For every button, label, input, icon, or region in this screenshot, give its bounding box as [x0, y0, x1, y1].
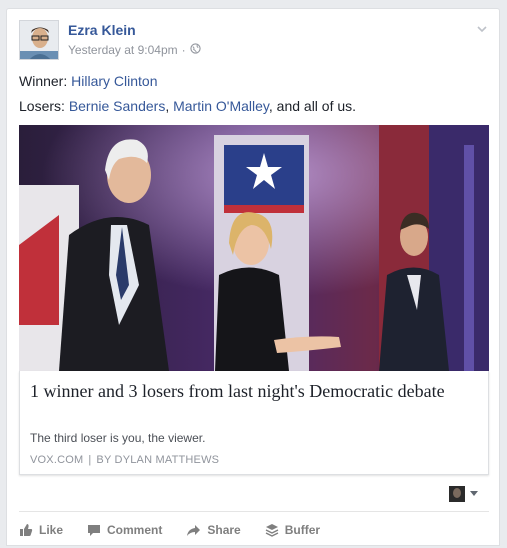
losers-label: Losers: [19, 98, 69, 114]
buffer-button[interactable]: Buffer [265, 523, 320, 537]
buffer-icon [265, 523, 279, 537]
chevron-down-icon[interactable] [475, 22, 489, 36]
link-preview-image[interactable] [19, 125, 489, 371]
link-source-divider: | [88, 454, 92, 466]
like-label: Like [39, 523, 64, 537]
post-actions-bar: Like Comment Share Buffer [19, 511, 489, 548]
bernie-sanders-link[interactable]: Bernie Sanders [69, 98, 166, 114]
share-button[interactable]: Share [186, 523, 241, 537]
share-icon [186, 524, 201, 537]
meta-separator: · [181, 43, 186, 57]
comma-text: , [165, 98, 174, 114]
post-text-line-winner: Winner: Hillary Clinton [19, 73, 157, 89]
post-as-selector[interactable] [449, 485, 479, 503]
globe-icon[interactable] [190, 43, 201, 57]
post-text-line-losers: Losers: Bernie Sanders, Martin O'Malley,… [19, 98, 356, 114]
link-source: VOX.COM | BY DYLAN MATTHEWS [30, 454, 219, 466]
link-title[interactable]: 1 winner and 3 losers from last night's … [30, 380, 470, 402]
link-domain: VOX.COM [30, 454, 84, 466]
like-icon [19, 523, 33, 537]
buffer-label: Buffer [284, 523, 321, 537]
post-timestamp[interactable]: Yesterday at 9:04pm [68, 43, 178, 57]
like-button[interactable]: Like [19, 523, 63, 537]
chevron-down-icon[interactable] [469, 485, 479, 503]
hillary-clinton-link[interactable]: Hillary Clinton [71, 73, 157, 89]
losers-suffix: , and all of us. [268, 98, 357, 114]
link-description: The third loser is you, the viewer. [30, 431, 206, 445]
author-name[interactable]: Ezra Klein [68, 22, 136, 38]
comment-icon [87, 524, 101, 537]
comment-label: Comment [107, 523, 163, 537]
martin-omalley-link[interactable]: Martin O'Malley [173, 98, 269, 114]
comment-button[interactable]: Comment [87, 523, 162, 537]
winner-label: Winner: [19, 73, 72, 89]
post-card: Ezra Klein Yesterday at 9:04pm · Winner:… [6, 8, 500, 546]
link-byline: BY DYLAN MATTHEWS [96, 454, 220, 466]
post-meta: Yesterday at 9:04pm · [68, 43, 201, 57]
link-preview-card[interactable]: 1 winner and 3 losers from last night's … [19, 371, 489, 475]
share-label: Share [207, 523, 241, 537]
author-avatar[interactable] [19, 20, 59, 60]
mini-avatar [449, 486, 465, 502]
